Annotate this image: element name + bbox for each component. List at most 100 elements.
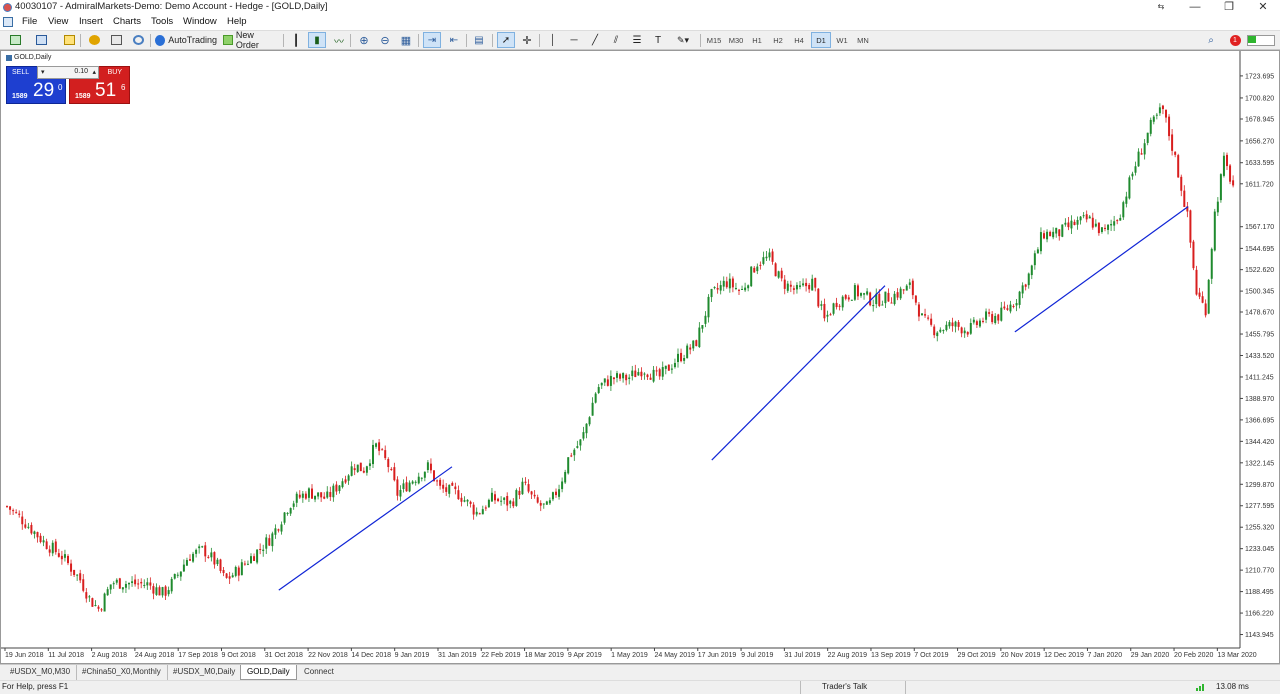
tf-mn[interactable]: MN [853, 32, 873, 48]
chart-symbol-icon [6, 54, 12, 61]
candle-body [1085, 214, 1088, 220]
candle-body [777, 271, 780, 278]
lot-decrease-icon[interactable]: ▾ [41, 68, 45, 76]
tf-m30[interactable]: M30 [726, 32, 746, 48]
indicators-icon[interactable]: ▤ [470, 32, 488, 48]
candle-body [497, 498, 500, 502]
crosshair-icon[interactable]: ✛ [518, 32, 536, 48]
channel-icon[interactable]: ⫽ [607, 32, 625, 48]
market-watch-icon[interactable] [60, 32, 78, 48]
candle-body [192, 553, 195, 562]
candle-body [771, 251, 774, 262]
profiles-icon[interactable] [32, 32, 50, 48]
tf-h4[interactable]: H4 [789, 32, 809, 48]
lot-increase-icon[interactable]: ▴ [92, 68, 96, 76]
strategy-tester-icon[interactable] [129, 32, 147, 48]
app-menu-icon[interactable] [3, 17, 13, 27]
tf-m15[interactable]: M15 [704, 32, 724, 48]
tab-china50-monthly[interactable]: #China50_X0,Monthly [76, 665, 168, 680]
candle-body [1152, 116, 1155, 122]
tab-usdx-m30[interactable]: #USDX_M0,M30 [4, 665, 78, 680]
zoom-out-icon[interactable]: ⊖ [376, 32, 394, 48]
shapes-dropdown-icon[interactable]: ✎▾ [670, 32, 696, 48]
chart-window[interactable]: 1723.695 1700.820 1678.945 1656.270 1633.595… [0, 50, 1280, 664]
auto-scroll-icon[interactable]: ⇥ [423, 32, 441, 48]
new-chart-icon[interactable] [6, 32, 24, 48]
line-chart-icon[interactable]: 〰 [330, 32, 348, 48]
candle-body [829, 314, 832, 316]
candle-body [1110, 223, 1113, 226]
close-button[interactable]: ✕ [1246, 0, 1280, 15]
candle-body [994, 315, 997, 324]
maximize-button[interactable]: ❐ [1212, 0, 1246, 15]
zoom-in-icon[interactable]: ⊕ [355, 32, 373, 48]
vertical-line-icon[interactable]: │ [544, 32, 562, 48]
candle-body [1119, 217, 1122, 221]
menu-charts[interactable]: Charts [113, 16, 141, 27]
horizontal-line-icon[interactable]: ─ [565, 32, 583, 48]
menu-window[interactable]: Window [183, 16, 217, 27]
chart-shift-icon[interactable]: ⇤ [445, 32, 463, 48]
candle-body [780, 270, 783, 279]
candle-body [323, 496, 326, 499]
restore-arrow-icon[interactable]: ⇆ [1144, 0, 1178, 15]
candle-body [1171, 134, 1174, 151]
bar-chart-icon[interactable]: ┃ [287, 32, 305, 48]
autotrading-button[interactable]: AutoTrading [155, 32, 217, 48]
navigator-icon[interactable] [85, 32, 103, 48]
minimize-button[interactable]: — [1178, 0, 1212, 15]
candle-body [792, 288, 795, 290]
tf-h2[interactable]: H2 [768, 32, 788, 48]
candle-body [838, 305, 841, 307]
tab-connect[interactable]: Connect [298, 665, 340, 680]
candle-body [1088, 216, 1091, 219]
menu-view[interactable]: View [48, 16, 68, 27]
notification-icon[interactable]: 1 [1226, 32, 1244, 48]
tab-usdx-daily[interactable]: #USDX_M0,Daily [167, 665, 243, 680]
candle-body [9, 506, 12, 510]
candle-body [420, 477, 423, 479]
menu-tools[interactable]: Tools [151, 16, 173, 27]
text-tool-icon[interactable]: T [649, 32, 667, 48]
candlestick-chart-icon[interactable]: ▮ [308, 32, 326, 48]
one-click-trading-panel: SELL 1589 29 0 BUY 1589 51 6 ▾ 0.10 ▴ [6, 66, 130, 104]
signal-strength-icon[interactable] [1246, 32, 1276, 48]
tab-gold-daily[interactable]: GOLD,Daily [240, 665, 297, 680]
candle-body [63, 554, 66, 558]
terminal-icon[interactable] [107, 32, 125, 48]
trendline-icon[interactable]: ╱ [586, 32, 604, 48]
candle-body [454, 486, 457, 490]
candle-body [951, 322, 954, 327]
sell-price-sup: 0 [58, 83, 63, 92]
menu-insert[interactable]: Insert [79, 16, 103, 27]
lot-size-field[interactable]: ▾ 0.10 ▴ [37, 66, 99, 79]
search-icon[interactable]: ⌕ [1202, 32, 1220, 48]
candle-body [634, 370, 637, 378]
candle-body [646, 374, 649, 378]
time-tick-label: 20 Nov 2019 [1001, 652, 1041, 659]
candle-body [713, 287, 716, 289]
tf-h1[interactable]: H1 [747, 32, 767, 48]
candle-body [15, 512, 18, 514]
time-tick-label: 20 Feb 2020 [1174, 652, 1213, 659]
candle-body [332, 485, 335, 498]
menu-file[interactable]: File [22, 16, 37, 27]
candle-body [783, 279, 786, 289]
lot-size-value[interactable]: 0.10 [74, 68, 88, 75]
tf-w1[interactable]: W1 [832, 32, 852, 48]
candle-body [539, 502, 542, 506]
tile-windows-icon[interactable]: ▦ [397, 32, 415, 48]
candle-body [982, 320, 984, 322]
candle-body [1000, 307, 1003, 321]
tf-d1[interactable]: D1 [811, 32, 831, 48]
new-order-button[interactable]: New Order [223, 30, 279, 50]
fibonacci-icon[interactable]: ☰ [628, 32, 646, 48]
cursor-icon[interactable]: ➚ [497, 32, 515, 48]
candle-body [856, 285, 859, 297]
price-chart[interactable]: 1723.695 1700.820 1678.945 1656.270 1633.595… [1, 51, 1279, 663]
menu-help[interactable]: Help [227, 16, 247, 27]
status-traders-talk[interactable]: Trader's Talk [822, 682, 867, 691]
candle-body [564, 471, 567, 483]
candle-body [1036, 249, 1039, 254]
candle-body [1104, 227, 1106, 229]
